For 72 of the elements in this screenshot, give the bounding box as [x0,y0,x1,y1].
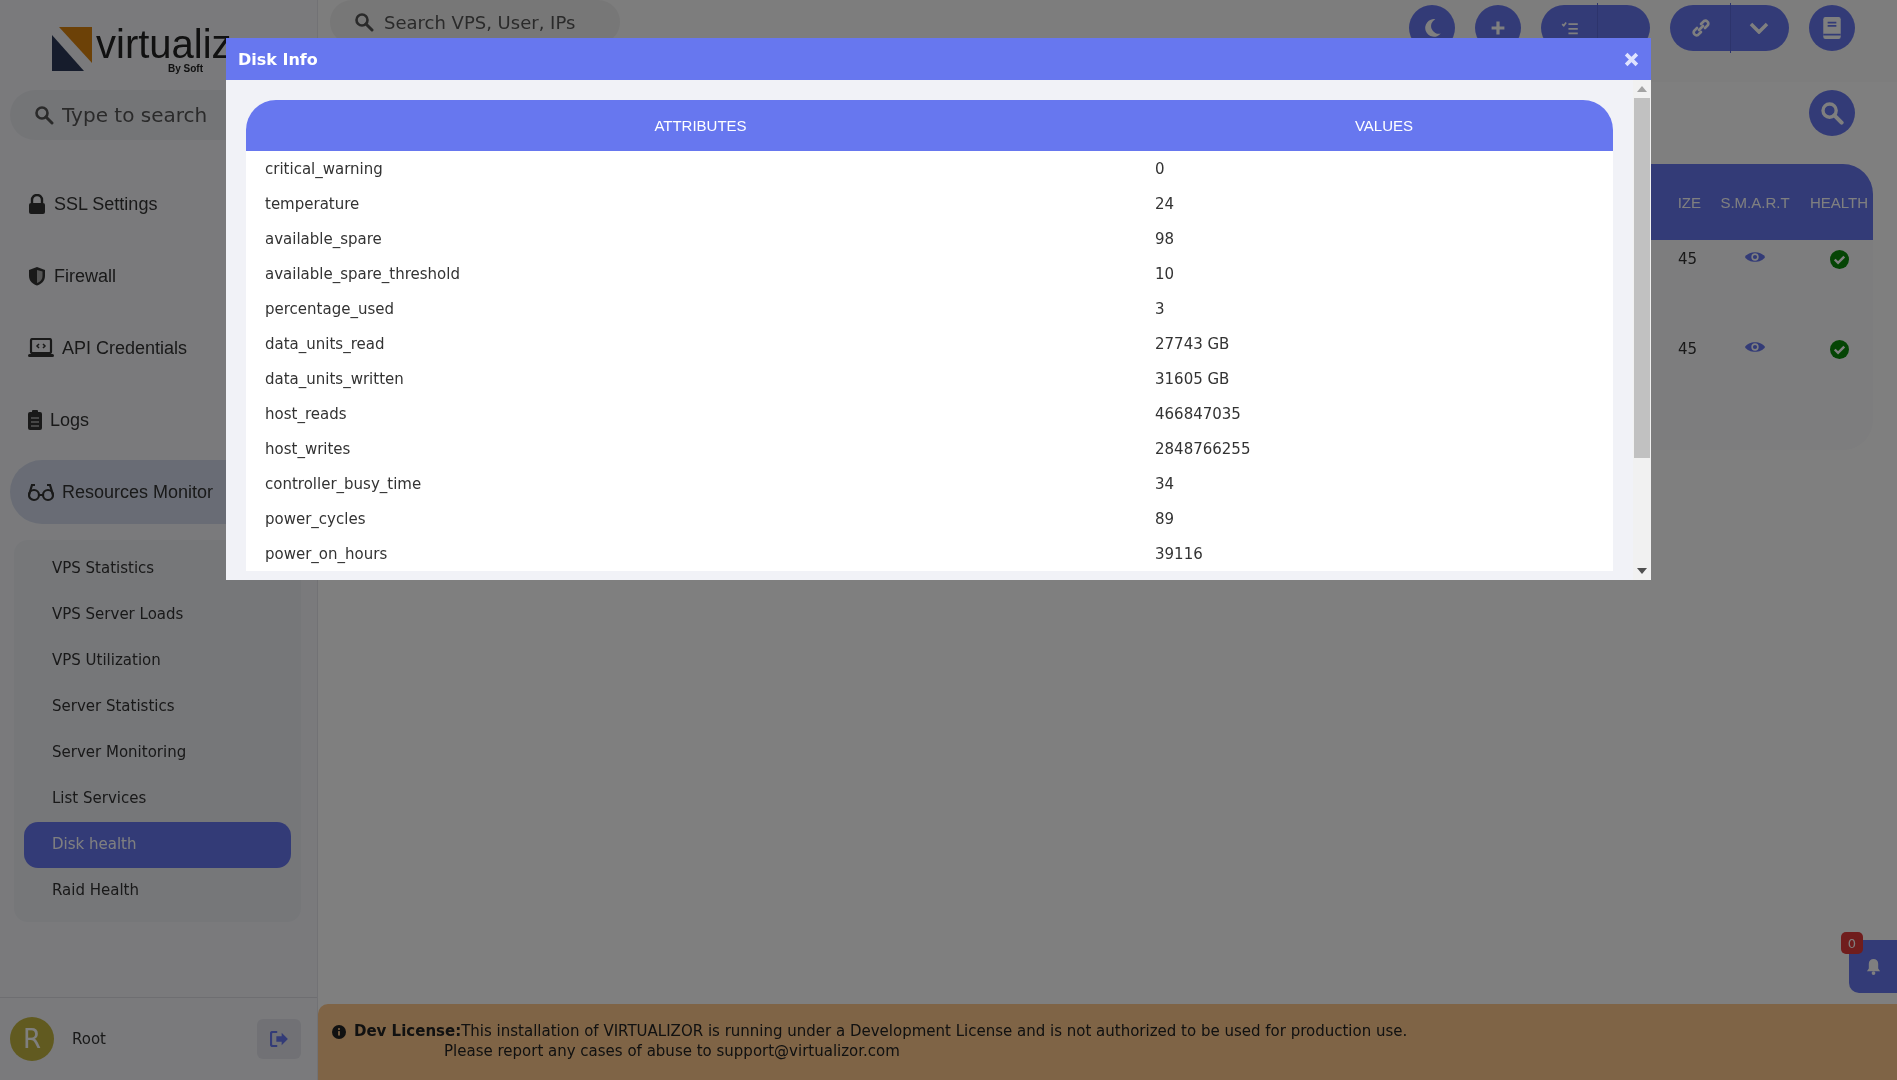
attribute-cell-text: host_reads [264,404,348,423]
close-icon [1624,51,1639,67]
search-icon [1820,101,1844,125]
logout-button[interactable] [257,1019,301,1059]
user-avatar: R [10,1017,54,1061]
brand-name: virtualiz [96,24,232,63]
size-cell-text: 45 [1677,340,1698,358]
attribute-cell-text: critical_warning [264,159,384,178]
submenu-item[interactable]: Server Statistics [24,684,291,730]
bell-icon [1865,958,1881,975]
column-header: VALUES [1354,117,1414,134]
license-label: Dev License: [354,1022,462,1040]
value-cell-text: 98 [1155,229,1176,248]
dialog-title: Disk Info [238,49,318,69]
submenu-item[interactable]: VPS Server Loads [24,592,291,638]
lock-icon [28,194,46,214]
clipboard-icon [28,410,42,430]
value-cell-text: 31605 GB [1155,369,1231,388]
links-button[interactable] [1670,5,1789,51]
attribute-cell-text: power_on_hours [264,544,389,563]
column-header: IZE [1677,193,1702,211]
submenu-item[interactable]: List Services [24,776,291,822]
eye-icon[interactable] [1744,340,1766,354]
value-cell-text: 89 [1155,509,1176,528]
submenu-item[interactable]: Raid Health [24,868,291,914]
task-list-icon [1561,21,1579,35]
value-cell-text: 10 [1155,264,1176,283]
link-icon [1690,17,1712,39]
search-icon [34,105,54,125]
attribute-cell-text: temperature [264,194,361,213]
logo-icon [52,27,92,71]
license-message: This installation of VIRTUALIZOR is running under a Development License and is not authorized to be used for production use. [461,1022,1408,1040]
column-header: ATTRIBUTES [654,117,747,134]
value-cell-text: 0 [1155,159,1166,178]
notification-count: 0 [1841,932,1863,954]
value-cell-text: 3 [1155,299,1166,318]
user-name: Root [72,1030,107,1048]
submenu-item[interactable]: Disk health [24,822,291,868]
book-icon [1822,16,1842,40]
plus-icon [1490,20,1506,36]
search-icon [354,12,374,32]
submenu-item[interactable]: Server Monitoring [24,730,291,776]
value-cell-text: 27743 GB [1155,334,1231,353]
shield-icon [28,266,46,286]
eye-icon[interactable] [1744,250,1766,264]
attribute-cell-text: host_writes [264,439,352,458]
column-header: S.M.A.R.T [1720,193,1790,211]
docs-button[interactable] [1809,5,1855,51]
value-cell-text: 2848766255 [1155,439,1252,458]
scrollbar[interactable] [1633,80,1651,580]
close-button[interactable] [1624,51,1639,67]
value-cell-text: 34 [1155,474,1176,493]
attribute-cell-text: data_units_written [264,369,405,388]
attribute-cell-text: available_spare [264,229,383,248]
value-cell-text: 466847035 [1155,404,1242,423]
glasses-icon [28,482,54,502]
brand-tagline: By Soft [168,62,203,74]
logout-icon [270,1031,288,1047]
submenu-item[interactable]: VPS Utilization [24,638,291,684]
search-button[interactable] [1809,90,1855,136]
value-cell-text: 39116 [1155,544,1204,563]
laptop-icon [28,338,54,358]
value-cell-text: 24 [1155,194,1176,213]
info-icon [332,1025,346,1039]
attribute-cell-text: percentage_used [264,299,395,318]
size-cell-text: 45 [1677,250,1698,268]
attribute-cell-text: data_units_read [264,334,386,353]
notifications-button[interactable] [1849,940,1897,993]
column-header: HEALTH [1809,193,1869,211]
chevron-down-icon [1749,22,1769,34]
attribute-cell-text: available_spare_threshold [264,264,461,283]
license-message: Please report any cases of abuse to support@virtualizor.com [443,1042,901,1060]
